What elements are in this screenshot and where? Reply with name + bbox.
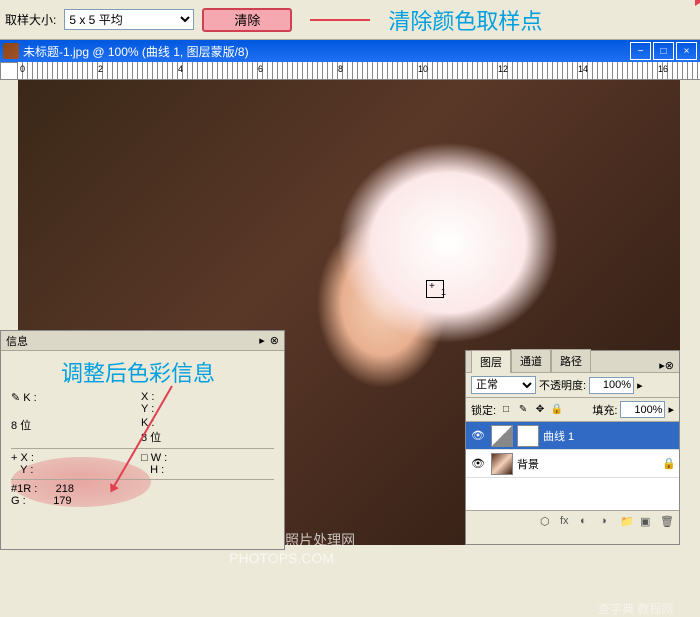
- fill-flyout-icon[interactable]: ▸: [668, 403, 674, 416]
- visibility-icon[interactable]: 👁: [469, 455, 487, 473]
- mask-thumb[interactable]: [517, 425, 539, 447]
- color-sampler-marker[interactable]: 1: [426, 280, 444, 298]
- layers-panel-tabs: 图层 通道 路径 ▸ ⊗: [466, 351, 679, 373]
- sample-size-select[interactable]: 5 x 5 平均: [64, 9, 194, 30]
- layer-item-background[interactable]: 👁 背景 🔒: [466, 450, 679, 478]
- lock-position-icon[interactable]: ✥: [533, 403, 547, 417]
- opacity-input[interactable]: [589, 377, 634, 394]
- lock-transparency-icon[interactable]: □: [499, 403, 513, 417]
- layer-thumb[interactable]: [491, 453, 513, 475]
- sample-size-label: 取样大小:: [5, 11, 56, 28]
- clear-button[interactable]: 清除: [202, 8, 292, 32]
- visibility-icon[interactable]: 👁: [469, 427, 487, 445]
- info-panel-menu-icon[interactable]: ▸: [259, 334, 265, 347]
- folder-icon[interactable]: 📁: [620, 515, 634, 529]
- options-bar: 取样大小: 5 x 5 平均 清除 清除颜色取样点: [0, 0, 700, 40]
- layer-name[interactable]: 背景: [517, 456, 539, 472]
- panel-close-icon[interactable]: ⊗: [665, 359, 674, 372]
- clear-annotation-text: 清除颜色取样点: [388, 4, 542, 36]
- fill-input[interactable]: [620, 401, 665, 418]
- maximize-button[interactable]: □: [653, 42, 674, 60]
- fx-icon[interactable]: fx: [560, 515, 574, 529]
- minimize-button[interactable]: −: [630, 42, 651, 60]
- tab-layers[interactable]: 图层: [471, 350, 511, 373]
- info-panel: 信息 ▸ ⊗ 调整后色彩信息 ✎ K : X :Y : 8 位 K :8 位 +…: [0, 330, 285, 550]
- opacity-flyout-icon[interactable]: ▸: [637, 379, 643, 392]
- info-panel-close-icon[interactable]: ⊗: [270, 334, 279, 347]
- layer-options-row: 正常 不透明度: ▸: [466, 373, 679, 398]
- link-icon[interactable]: ⬡: [540, 515, 554, 529]
- layer-name[interactable]: 曲线 1: [543, 428, 574, 444]
- tab-channels[interactable]: 通道: [511, 349, 551, 372]
- new-layer-icon[interactable]: ▣: [640, 515, 654, 529]
- ruler-origin[interactable]: [0, 62, 18, 80]
- info-tab[interactable]: 信息: [6, 333, 28, 349]
- watermark-corner: 查字典 教程网: [598, 600, 673, 617]
- layer-item-curves[interactable]: 👁 曲线 1: [466, 422, 679, 450]
- document-title-bar: 未标题-1.jpg @ 100% (曲线 1, 图层蒙版/8) − □ ×: [0, 40, 700, 62]
- close-button[interactable]: ×: [676, 42, 697, 60]
- adjustment-thumb[interactable]: [491, 425, 513, 447]
- layers-panel: 图层 通道 路径 ▸ ⊗ 正常 不透明度: ▸ 锁定: □ ✎ ✥ 🔒 填充: …: [465, 350, 680, 545]
- arrow-annotation-icon: [310, 19, 370, 21]
- lock-all-icon[interactable]: 🔒: [550, 403, 564, 417]
- document-icon: [3, 43, 19, 59]
- window-controls: − □ ×: [630, 42, 697, 60]
- lock-pixels-icon[interactable]: ✎: [516, 403, 530, 417]
- tab-paths[interactable]: 路径: [551, 349, 591, 372]
- document-title: 未标题-1.jpg @ 100% (曲线 1, 图层蒙版/8): [23, 43, 630, 60]
- eyedropper-icon: ✎: [11, 392, 20, 404]
- layers-toolbar: ⬡ fx ◐ ◑ 📁 ▣ 🗑: [466, 510, 679, 532]
- mask-icon[interactable]: ◐: [580, 515, 594, 529]
- horizontal-ruler[interactable]: 0 2 4 6 8 10 12 14 16: [18, 62, 700, 80]
- lock-options-row: 锁定: □ ✎ ✥ 🔒 填充: ▸: [466, 398, 679, 422]
- lock-icon: 🔒: [662, 457, 676, 470]
- layer-list: 👁 曲线 1 👁 背景 🔒: [466, 422, 679, 510]
- info-annotation-text: 调整后色彩信息: [61, 356, 215, 388]
- adjustment-icon[interactable]: ◑: [600, 515, 614, 529]
- blend-mode-select[interactable]: 正常: [471, 376, 536, 394]
- info-panel-header[interactable]: 信息 ▸ ⊗: [1, 331, 284, 351]
- trash-icon[interactable]: 🗑: [660, 515, 674, 529]
